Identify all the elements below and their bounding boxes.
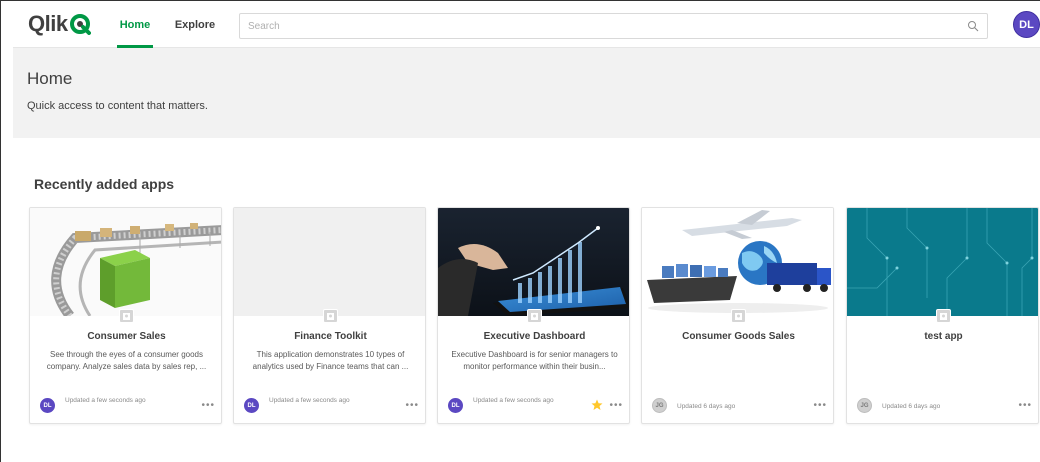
more-options-button[interactable]: ••• <box>609 400 623 411</box>
app-title: Consumer Goods Sales <box>682 331 795 342</box>
updated-text: Updated a few seconds ago <box>473 397 554 404</box>
app-icon <box>731 309 746 323</box>
owner-avatar: JG <box>652 398 667 413</box>
search-input[interactable] <box>240 14 940 38</box>
app-placeholder-icon <box>940 312 947 320</box>
owner-initials: JG <box>655 402 664 409</box>
owner-initials: JG <box>860 402 869 409</box>
top-bar: Qlik Home Explore DL <box>13 1 1040 48</box>
app-placeholder-icon <box>123 312 130 320</box>
app-footer: DL Updated a few seconds ago ••• <box>448 396 623 418</box>
owner-avatar: JG <box>857 398 872 413</box>
app-thumbnail-tablet-chart <box>438 208 629 316</box>
updated-text: Updated a few seconds ago <box>269 397 350 404</box>
app-title: Consumer Sales <box>87 331 166 342</box>
app-card-consumer-goods-sales[interactable]: Consumer Goods Sales JG Updated 6 days a… <box>641 207 834 424</box>
page-subtitle: Quick access to content that matters. <box>27 100 208 112</box>
app-icon <box>119 309 134 323</box>
more-options-button[interactable]: ••• <box>405 400 419 411</box>
tab-home[interactable]: Home <box>117 1 153 48</box>
more-options-button[interactable]: ••• <box>201 400 215 411</box>
favorite-star-icon[interactable] <box>591 399 603 411</box>
owner-avatar: DL <box>244 398 259 413</box>
section-title: Recently added apps <box>34 176 175 192</box>
app-placeholder-icon <box>327 312 334 320</box>
app-description: This application demonstrates 10 types o… <box>252 350 409 371</box>
tab-home-label: Home <box>119 18 151 31</box>
search-box[interactable] <box>239 13 988 39</box>
more-options-button[interactable]: ••• <box>813 400 827 411</box>
search-icon[interactable] <box>967 20 979 32</box>
app-description: See through the eyes of a consumer goods… <box>46 350 207 371</box>
app-icon <box>527 309 542 323</box>
app-footer: JG Updated 6 days ago ••• <box>857 396 1032 418</box>
user-initials: DL <box>1019 18 1034 31</box>
page-title: Home <box>27 69 73 88</box>
app-footer: DL Updated a few seconds ago ••• <box>244 396 419 418</box>
updated-text: Updated 6 days ago <box>882 403 941 410</box>
app-thumbnail-blank <box>234 208 425 316</box>
tab-explore-label: Explore <box>174 18 216 31</box>
app-footer: JG Updated 6 days ago ••• <box>652 396 827 418</box>
app-footer: DL Updated a few seconds ago ••• <box>40 396 215 418</box>
app-title: Finance Toolkit <box>294 331 367 342</box>
app-placeholder-icon <box>531 312 538 320</box>
app-description: Executive Dashboard is for senior manage… <box>451 350 618 371</box>
owner-initials: DL <box>247 402 256 409</box>
qlik-logo[interactable]: Qlik <box>28 12 91 36</box>
app-card-finance-toolkit[interactable]: Finance Toolkit This application demonst… <box>233 207 426 424</box>
hero-banner: Home Quick access to content that matter… <box>13 48 1040 138</box>
app-card-executive-dashboard[interactable]: Executive Dashboard Executive Dashboard … <box>437 207 630 424</box>
logo-text: Qlik <box>28 11 68 36</box>
owner-initials: DL <box>43 402 52 409</box>
user-avatar[interactable]: DL <box>1013 11 1040 38</box>
updated-text: Updated 6 days ago <box>677 403 736 410</box>
app-card-consumer-sales[interactable]: Consumer Sales See through the eyes of a… <box>29 207 222 424</box>
owner-avatar: DL <box>40 398 55 413</box>
app-placeholder-icon <box>735 312 742 320</box>
tab-explore[interactable]: Explore <box>173 1 217 48</box>
qlik-q-icon <box>69 14 91 35</box>
owner-avatar: DL <box>448 398 463 413</box>
app-thumbnail-logistics <box>642 208 833 316</box>
app-thumbnail-conveyor <box>30 208 221 316</box>
app-icon <box>323 309 338 323</box>
more-options-button[interactable]: ••• <box>1018 400 1032 411</box>
app-card-test-app[interactable]: test app JG Updated 6 days ago ••• <box>846 207 1039 424</box>
app-title: test app <box>924 331 963 342</box>
app-icon <box>936 309 951 323</box>
updated-text: Updated a few seconds ago <box>65 397 146 404</box>
app-thumbnail-circuit <box>847 208 1038 316</box>
app-title: Executive Dashboard <box>483 331 586 342</box>
owner-initials: DL <box>451 402 460 409</box>
